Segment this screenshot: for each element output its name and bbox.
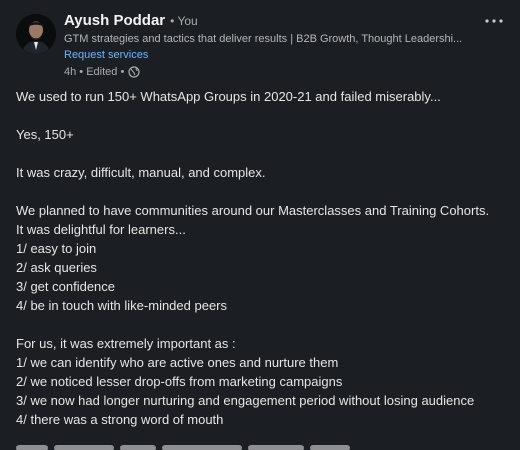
post-text-line: For us, it was extremely important as : xyxy=(16,336,236,351)
post-text-line: 4/ there was a strong word of mouth xyxy=(16,412,224,427)
post-timestamp-row: 4h • Edited • xyxy=(64,66,484,78)
post-header: Ayush Poddar • You GTM strategies and ta… xyxy=(16,12,504,82)
post-text-line: We used to run 150+ WhatsApp Groups in 2… xyxy=(16,89,441,104)
globe-icon xyxy=(128,66,140,78)
post-text-line: 2/ we noticed lesser drop-offs from mark… xyxy=(16,374,343,389)
post-text-line: 3/ get confidence xyxy=(16,279,116,294)
post-text-line: Yes, 150+ xyxy=(16,127,74,142)
post-text-line: 2/ ask queries xyxy=(16,260,97,275)
post-text-line: It was delightful for learners... xyxy=(16,222,186,237)
post-text-line: We planned to have communities around ou… xyxy=(16,203,490,218)
avatar[interactable] xyxy=(16,14,56,54)
author-headline: GTM strategies and tactics that deliver … xyxy=(64,33,463,45)
connection-degree: • You xyxy=(170,14,198,28)
post-timestamp: 4h • Edited • xyxy=(64,66,125,78)
partially-visible-line xyxy=(16,436,356,450)
author-name-row: Ayush Poddar • You xyxy=(64,12,484,32)
avatar-image xyxy=(16,14,56,54)
author-meta: Ayush Poddar • You GTM strategies and ta… xyxy=(64,12,484,78)
more-horizontal-icon xyxy=(485,19,503,23)
post-text-line: It was crazy, difficult, manual, and com… xyxy=(16,165,266,180)
post-text: We used to run 150+ WhatsApp Groups in 2… xyxy=(16,87,504,429)
post-text-line: 4/ be in touch with like-minded peers xyxy=(16,298,228,313)
post-text-line: 1/ we can identify who are active ones a… xyxy=(16,355,339,370)
post-text-line: 3/ we now had longer nurturing and engag… xyxy=(16,393,475,408)
author-name[interactable]: Ayush Poddar xyxy=(64,12,165,29)
request-services-link[interactable]: Request services xyxy=(64,49,148,61)
post-text-line: 1/ easy to join xyxy=(16,241,97,256)
post-card: Ayush Poddar • You GTM strategies and ta… xyxy=(0,0,520,450)
more-options-button[interactable] xyxy=(484,14,504,26)
